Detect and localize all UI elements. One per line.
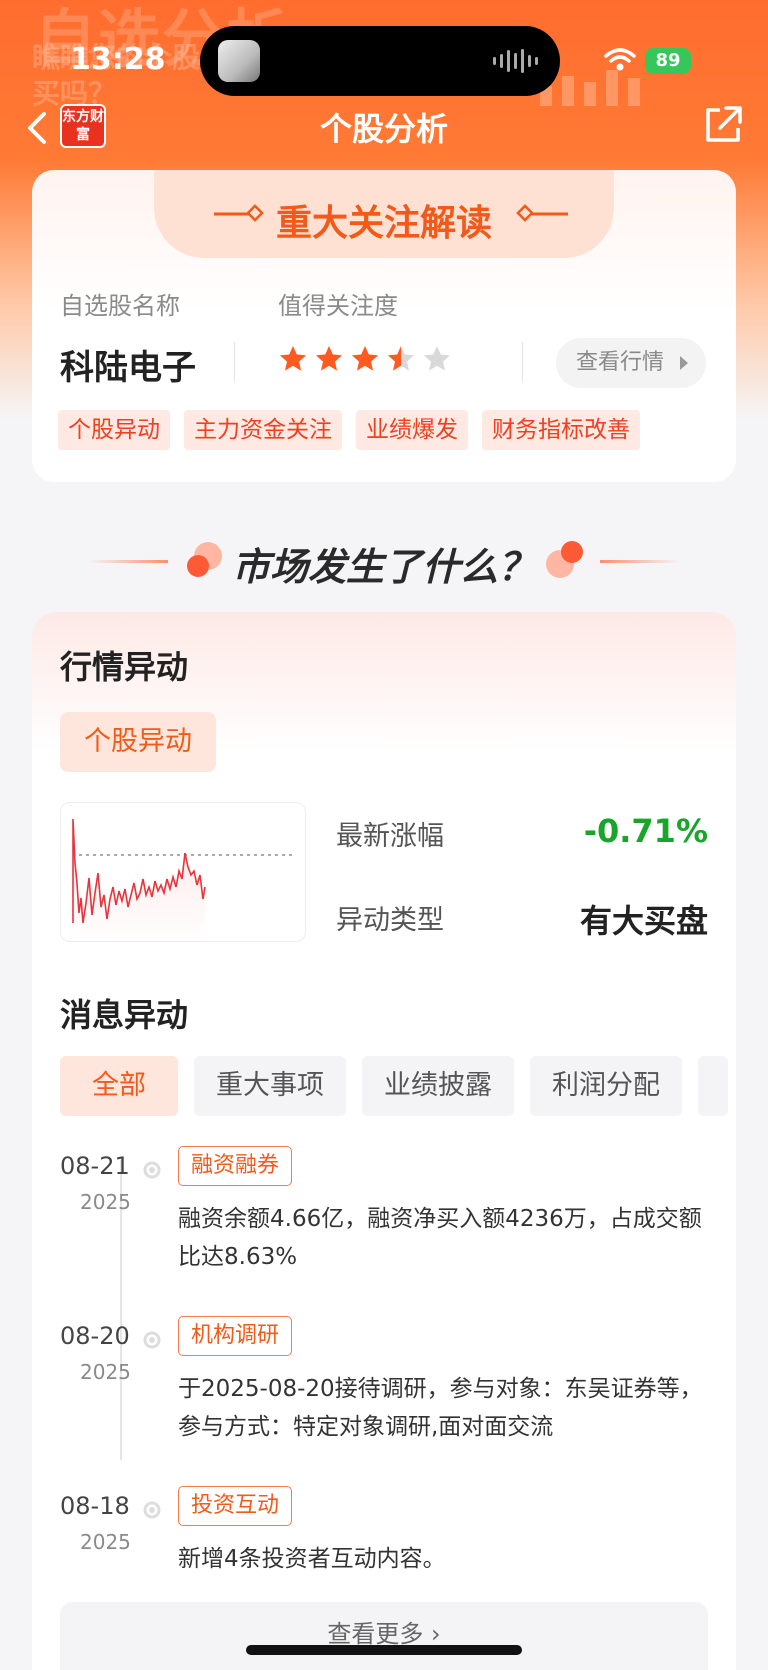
home-indicator[interactable]	[246, 1645, 522, 1655]
market-card: 行情异动 个股异动 最新涨幅 -0.71% 异动类型 有大买盘 消息异动 全部 …	[32, 612, 736, 1670]
timeline-text: 融资余额4.66亿，融资净买入额4236万，占成交额比达8.63%	[178, 1206, 702, 1270]
page-title: 个股分析	[319, 110, 448, 148]
hero-bars-decoration	[540, 70, 720, 106]
tag-list: 个股异动 主力资金关注 业绩爆发 财务指标改善	[58, 410, 640, 450]
filter-all[interactable]: 全部	[60, 1056, 178, 1116]
timeline-tag: 融资融券	[178, 1146, 293, 1186]
intraday-sparkline[interactable]	[60, 802, 306, 942]
wifi-icon	[604, 48, 636, 71]
star-half-icon	[388, 346, 414, 371]
section-title: 市场发生了什么？	[231, 545, 536, 589]
chevron-right-icon: ›	[431, 1620, 441, 1648]
timeline-text: 于2025-08-20接待调研，参与对象：东吴证券等，参与方式：特定对象调研,面…	[178, 1376, 703, 1440]
stock-name-label: 自选股名称	[60, 292, 180, 320]
tag-item: 主力资金关注	[184, 410, 342, 450]
star-filled-icon	[352, 346, 378, 371]
tag-item: 财务指标改善	[482, 410, 640, 450]
bubble-right-icon	[546, 541, 583, 578]
audio-wave-icon	[493, 48, 538, 74]
diamond-line-right-icon	[516, 204, 568, 222]
attention-label: 值得关注度	[278, 292, 398, 320]
anomaly-type-label: 异动类型	[336, 905, 444, 936]
tag-item: 业绩爆发	[356, 410, 468, 450]
anomaly-type-value: 有大买盘	[579, 902, 708, 940]
view-more-button[interactable]: 查看更多 ›	[60, 1602, 708, 1670]
share-icon[interactable]	[702, 104, 744, 146]
dynamic-island[interactable]	[200, 26, 560, 96]
timeline-date: 08-21	[60, 1152, 130, 1180]
timeline-date: 08-20	[60, 1322, 130, 1350]
latest-change-label: 最新涨幅	[336, 821, 444, 852]
star-empty-icon	[424, 346, 450, 371]
divider	[522, 342, 523, 382]
star-filled-icon	[316, 346, 342, 371]
focus-card: 重大关注解读 自选股名称 值得关注度 科陆电子 查看行情 个股异动 主力资金关注…	[32, 170, 736, 482]
news-anomaly-title: 消息异动	[60, 996, 189, 1034]
timeline-tag: 投资互动	[178, 1486, 293, 1526]
latest-change-value: -0.71%	[583, 812, 708, 850]
battery-indicator: 89	[645, 48, 691, 74]
stock-anomaly-tab[interactable]: 个股异动	[60, 712, 216, 772]
timeline-dot-icon	[143, 1501, 161, 1519]
status-time: 13:28	[70, 42, 166, 77]
star-filled-icon	[280, 346, 306, 371]
filter-profit-distribution[interactable]: 利润分配	[530, 1056, 682, 1116]
timeline-year: 2025	[80, 1190, 131, 1214]
sparkline-svg	[72, 818, 293, 941]
attention-rating	[278, 344, 452, 374]
sparkline-area	[73, 819, 205, 941]
timeline-tag: 机构调研	[178, 1316, 293, 1356]
timeline-year: 2025	[80, 1530, 131, 1554]
news-filter-tabs: 全部 重大事项 业绩披露 利润分配	[60, 1056, 736, 1116]
filter-next[interactable]	[698, 1056, 728, 1116]
filter-earnings-disclosure[interactable]: 业绩披露	[362, 1056, 514, 1116]
view-more-label: 查看更多	[327, 1620, 424, 1648]
timeline-date: 08-18	[60, 1492, 130, 1520]
section-line-right	[600, 560, 680, 563]
view-quote-button[interactable]: 查看行情	[556, 338, 706, 388]
timeline-dot-icon	[143, 1331, 161, 1349]
timeline-year: 2025	[80, 1360, 131, 1384]
view-quote-label: 查看行情	[576, 350, 665, 375]
focus-card-title: 重大关注解读	[275, 203, 492, 244]
now-playing-thumbnail	[218, 40, 260, 82]
market-anomaly-title: 行情异动	[60, 648, 189, 686]
stock-name: 科陆电子	[60, 348, 196, 388]
filter-major-events[interactable]: 重大事项	[194, 1056, 346, 1116]
caret-right-icon	[680, 356, 688, 370]
tag-item: 个股异动	[58, 410, 170, 450]
timeline-dot-icon	[143, 1161, 161, 1179]
timeline-text: 新增4条投资者互动内容。	[178, 1546, 446, 1572]
divider	[234, 342, 235, 382]
